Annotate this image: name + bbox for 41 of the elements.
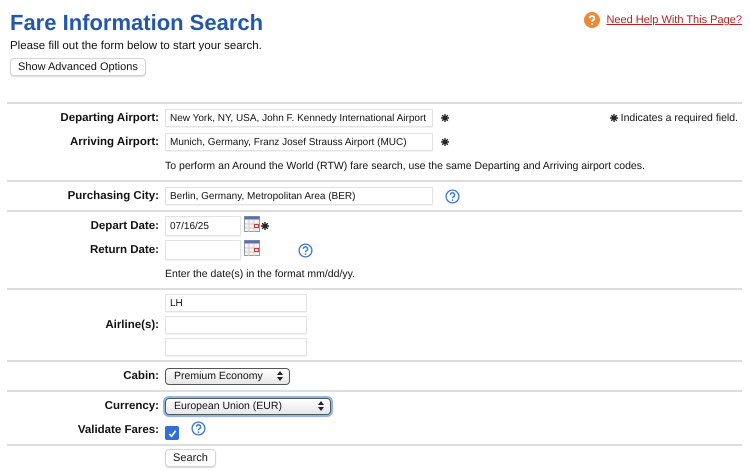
required-icon [441, 114, 449, 122]
field-label: Departing Airport: [60, 112, 159, 124]
airport-field[interactable]: Munich, Germany, Franz Josef Strauss Airport (MUC) [165, 133, 433, 151]
required-legend: Indicates a required field. [620, 112, 738, 124]
instructions-text: Please fill out the form below to start your search. [10, 40, 263, 52]
calendar-icon[interactable] [244, 216, 260, 232]
field-label: Arriving Airport: [70, 136, 159, 148]
help-link[interactable]: Need Help With This Page? [606, 14, 742, 26]
help-icon[interactable] [298, 242, 313, 258]
airline-field[interactable] [165, 316, 307, 334]
show-advanced-options-button[interactable]: Show Advanced Options [10, 58, 146, 76]
date-field[interactable] [165, 240, 241, 260]
date-field[interactable]: 07/16/25 [165, 216, 241, 236]
help-icon[interactable] [191, 420, 206, 436]
help-icon[interactable] [445, 188, 460, 204]
field-label: Validate Fares: [78, 424, 159, 436]
dropdown[interactable]: Premium Economy [165, 368, 290, 384]
required-icon [261, 222, 269, 230]
search-button[interactable]: Search [165, 449, 216, 467]
checkbox[interactable] [165, 426, 179, 440]
airline-field[interactable] [165, 338, 307, 356]
airline-field[interactable]: LH [165, 294, 307, 312]
field-label: Currency: [104, 400, 159, 412]
hint-text: To perform an Around the World (RTW) fare search, use the same Departing and Arriving airport codes. [165, 159, 645, 174]
field-label: Airline(s): [105, 319, 159, 331]
up-down-arrows-icon [318, 401, 324, 411]
hint-text: Enter the date(s) in the format mm/dd/yy. [165, 267, 356, 282]
required-icon [441, 138, 449, 146]
field-label: Depart Date: [90, 220, 159, 232]
dropdown[interactable]: European Union (EUR) [165, 398, 331, 414]
page-title: Fare Information Search [10, 10, 264, 36]
help-icon[interactable] [584, 12, 600, 28]
field-label: Cabin: [123, 370, 159, 382]
required-icon [610, 114, 618, 122]
field-label: Return Date: [90, 244, 159, 256]
airport-field[interactable]: New York, NY, USA, John F. Kennedy International Airport [165, 109, 433, 127]
checkmark-icon [166, 428, 178, 438]
field-label: Purchasing City: [68, 190, 159, 202]
calendar-icon[interactable] [244, 240, 260, 256]
up-down-arrows-icon [276, 371, 283, 381]
airport-field[interactable]: Berlin, Germany, Metropolitan Area (BER) [165, 187, 433, 205]
